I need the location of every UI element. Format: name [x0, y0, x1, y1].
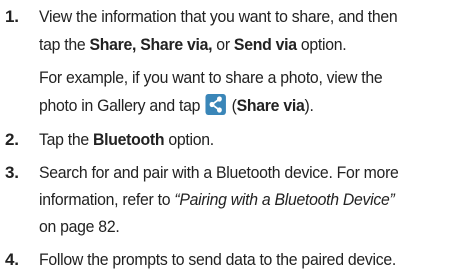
text-run: option.	[164, 130, 214, 149]
text-run: For example, if you want to share a phot…	[39, 68, 383, 87]
step-number: 4.	[5, 250, 19, 269]
bold-term: Send via	[233, 35, 297, 54]
step-note-line: For example, if you want to share a phot…	[39, 64, 434, 92]
step-line: on page 82.	[39, 213, 434, 241]
text-run: ).	[304, 96, 314, 115]
cross-reference: “Pairing with a Bluetooth Device”	[174, 190, 395, 209]
text-run: option.	[296, 35, 347, 54]
text-run: Tap the	[39, 130, 94, 149]
text-run: tap the	[39, 35, 90, 54]
bold-term: Bluetooth	[93, 130, 165, 149]
step-number: 3.	[5, 163, 19, 182]
step-number: 1.	[5, 7, 19, 26]
text-run: (	[227, 96, 237, 115]
bold-term: Share, Share via,	[89, 35, 213, 54]
text-run: Follow the prompts to send data to the p…	[39, 250, 396, 269]
share-icon	[205, 94, 226, 115]
text-run: on page 82.	[39, 217, 120, 236]
text-run: Search for and pair with a Bluetooth dev…	[39, 163, 399, 182]
step-line: View the information that you want to sh…	[39, 3, 434, 31]
step-line: Follow the prompts to send data to the p…	[39, 246, 434, 274]
step-line: Tap the Bluetooth option.	[39, 126, 434, 154]
step-line: Search for and pair with a Bluetooth dev…	[39, 159, 434, 187]
bold-term: Share via	[236, 96, 305, 115]
step-line: tap the Share, Share via, or Send via op…	[39, 31, 434, 59]
text-run: photo in Gallery and tap	[39, 96, 205, 115]
text-run: or	[212, 35, 234, 54]
text-run: information, refer to	[39, 190, 175, 209]
step-number: 2.	[5, 130, 19, 149]
step-note-line: photo in Gallery and tap (Share via).	[39, 92, 434, 120]
text-run: View the information that you want to sh…	[39, 7, 398, 26]
step-line: information, refer to “Pairing with a Bl…	[39, 186, 434, 214]
